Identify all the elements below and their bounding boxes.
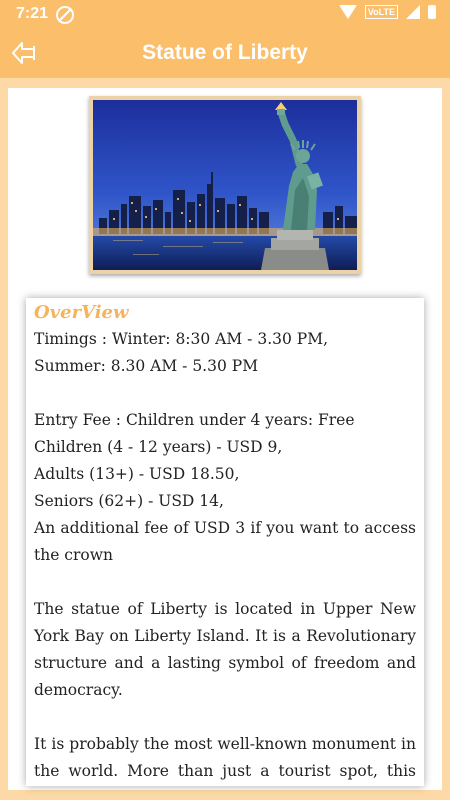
statue-photo xyxy=(93,100,357,270)
description-paragraph: It is probably the most well-known monum… xyxy=(34,735,416,780)
entry-fee-line: Entry Fee : Children under 4 years: Free xyxy=(34,411,355,429)
wifi-icon xyxy=(338,5,357,19)
status-bar: 7:21 VoLTE xyxy=(0,0,450,28)
overview-text: Timings : Winter: 8:30 AM - 3.30 PM, Sum… xyxy=(34,326,416,786)
do-not-disturb-icon xyxy=(56,6,74,24)
timings-line: Summer: 8.30 AM - 5.30 PM xyxy=(34,357,259,375)
overview-card: OverView Timings : Winter: 8:30 AM - 3.3… xyxy=(26,298,424,786)
volte-icon: VoLTE xyxy=(364,5,398,19)
status-icons: VoLTE xyxy=(338,5,436,19)
entry-fee-line: An additional fee of USD 3 if you want t… xyxy=(34,519,416,564)
entry-fee-line: Adults (13+) - USD 18.50, xyxy=(34,465,240,483)
app-bar: Statue of Liberty xyxy=(0,28,450,78)
page-title: Statue of Liberty xyxy=(142,41,308,64)
overview-heading: OverView xyxy=(34,302,129,323)
timings-line: Timings : Winter: 8:30 AM - 3.30 PM, xyxy=(34,330,329,348)
entry-fee-line: Children (4 - 12 years) - USD 9, xyxy=(34,438,283,456)
content-area[interactable]: OverView Timings : Winter: 8:30 AM - 3.3… xyxy=(8,88,442,790)
description-paragraph: The statue of Liberty is located in Uppe… xyxy=(34,600,416,699)
signal-icon xyxy=(406,5,420,19)
photo-frame xyxy=(89,96,361,274)
entry-fee-line: Seniors (62+) - USD 14, xyxy=(34,492,224,510)
battery-icon xyxy=(428,5,436,19)
status-time: 7:21 xyxy=(16,5,49,22)
